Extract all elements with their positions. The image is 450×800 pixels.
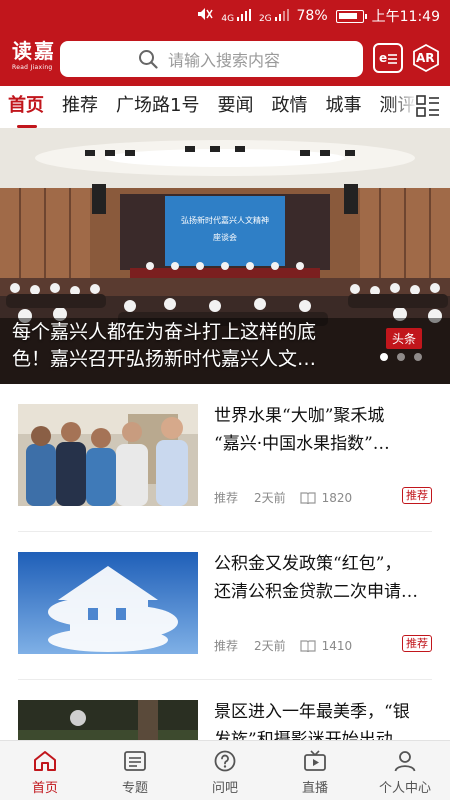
headline-banner[interactable]: 弘扬新时代嘉兴人文精神 座谈会 每个嘉兴人都在为奋斗打上这样的底 色！嘉兴召开弘…: [0, 128, 450, 384]
logo-cn: 读嘉: [12, 39, 56, 63]
carousel-dot[interactable]: [414, 353, 422, 361]
clock: 上午11:49: [371, 9, 440, 25]
search-icon: [139, 50, 158, 69]
topic-icon: [124, 751, 146, 771]
channel-menu-icon[interactable]: [416, 95, 440, 119]
news-item[interactable]: 世界水果“大咖”聚禾城 “嘉兴·中国水果指数”… 推荐 2天前 1820 推荐: [18, 384, 432, 532]
hero-screen-line2: 座谈会: [213, 232, 237, 242]
tab-city[interactable]: 城事: [325, 94, 370, 118]
epaper-button[interactable]: e: [373, 43, 403, 73]
nav-live-label: 直播: [301, 781, 328, 796]
category-tabs: 首页 推荐 广场路1号 要闻 政情 城事 测评: [0, 86, 450, 128]
news-meta: 推荐 2天前 1410 推荐: [214, 635, 432, 654]
carousel-dot[interactable]: [380, 353, 388, 361]
nav-home[interactable]: 首页: [0, 741, 90, 800]
headline-caption-line2: 色！嘉兴召开弘扬新时代嘉兴人文…: [12, 348, 317, 370]
headline-caption: 每个嘉兴人都在为奋斗打上这样的底 色！嘉兴召开弘扬新时代嘉兴人文…: [12, 319, 372, 373]
carousel-dot[interactable]: [397, 353, 405, 361]
nav-ask-label: 问吧: [211, 781, 238, 796]
ar-label: AR: [416, 51, 435, 65]
hero-screen-line1: 弘扬新时代嘉兴人文精神: [181, 215, 269, 225]
bottom-nav: 首页 专题 问吧 直播 个人中心: [0, 740, 450, 800]
nav-live[interactable]: 直播: [270, 741, 360, 800]
app-logo: 读嘉 Read Jiaxing: [12, 40, 56, 71]
news-thumbnail: [18, 552, 198, 654]
tab-home[interactable]: 首页: [8, 94, 53, 128]
views-icon: [300, 639, 316, 652]
news-title-line: “嘉兴·中国水果指数”…: [214, 434, 390, 454]
mute-icon: [197, 7, 213, 25]
nav-ask[interactable]: 问吧: [180, 741, 270, 800]
epaper-icon: e: [379, 51, 397, 65]
nav-topic-label: 专题: [121, 781, 148, 796]
tab-news[interactable]: 要闻: [217, 94, 262, 118]
recommend-badge: 推荐: [402, 635, 432, 652]
question-icon: [214, 750, 236, 772]
headline-caption-line1: 每个嘉兴人都在为奋斗打上这样的底: [12, 321, 317, 343]
news-title[interactable]: 公积金又发政策“红包”， 还清公积金贷款二次申请…: [214, 550, 432, 606]
logo-en: Read Jiaxing: [12, 64, 53, 71]
ar-button[interactable]: AR: [411, 43, 441, 73]
user-icon: [394, 751, 416, 772]
news-category: 推荐: [214, 639, 239, 653]
news-meta: 推荐 2天前 1820 推荐: [214, 487, 432, 506]
battery-percent: 78%: [296, 8, 328, 24]
news-title-line: 世界水果“大咖”聚禾城: [214, 406, 385, 426]
nav-home-label: 首页: [31, 781, 58, 796]
signal-4g-icon: 4G: [221, 8, 251, 24]
search-placeholder: 请输入搜索内容: [168, 51, 281, 70]
carousel-dots[interactable]: [380, 353, 422, 361]
app-header: 4G 2G 78% 上午11:49 读嘉 Read Jiaxing 请输入搜索内…: [0, 0, 450, 86]
signal-2g-icon: 2G: [259, 8, 289, 24]
tab-guangchang[interactable]: 广场路1号: [116, 94, 208, 118]
nav-profile-label: 个人中心: [378, 781, 431, 796]
news-category: 推荐: [214, 491, 239, 505]
news-time: 2天前: [254, 639, 286, 653]
tab-recommend[interactable]: 推荐: [62, 94, 107, 118]
recommend-badge: 推荐: [402, 487, 432, 504]
news-title-line: 还清公积金贷款二次申请…: [214, 582, 418, 602]
status-bar: 4G 2G 78% 上午11:49: [0, 0, 450, 32]
news-thumbnail: [18, 404, 198, 506]
headline-tag: 头条: [386, 328, 423, 349]
news-time: 2天前: [254, 491, 286, 505]
svg-text:e: e: [379, 51, 387, 65]
views-icon: [300, 491, 316, 504]
news-title[interactable]: 世界水果“大咖”聚禾城 “嘉兴·中国水果指数”…: [214, 402, 432, 458]
nav-profile[interactable]: 个人中心: [360, 741, 450, 800]
home-icon: [34, 751, 56, 771]
news-list: 世界水果“大咖”聚禾城 “嘉兴·中国水果指数”… 推荐 2天前 1820 推荐: [0, 384, 450, 800]
tab-politics[interactable]: 政情: [271, 94, 316, 118]
nav-topic[interactable]: 专题: [90, 741, 180, 800]
battery-icon: [335, 9, 367, 23]
search-bar[interactable]: 请输入搜索内容: [60, 41, 363, 77]
news-views: 1820: [321, 490, 353, 505]
news-title-line: 公积金又发政策“红包”，: [214, 554, 402, 574]
news-views: 1410: [321, 638, 353, 653]
live-tv-icon: [304, 750, 326, 771]
news-title-line: 景区进入一年最美季，“银: [214, 702, 410, 722]
news-item[interactable]: 公积金又发政策“红包”， 还清公积金贷款二次申请… 推荐 2天前 1410 推荐: [18, 532, 432, 680]
